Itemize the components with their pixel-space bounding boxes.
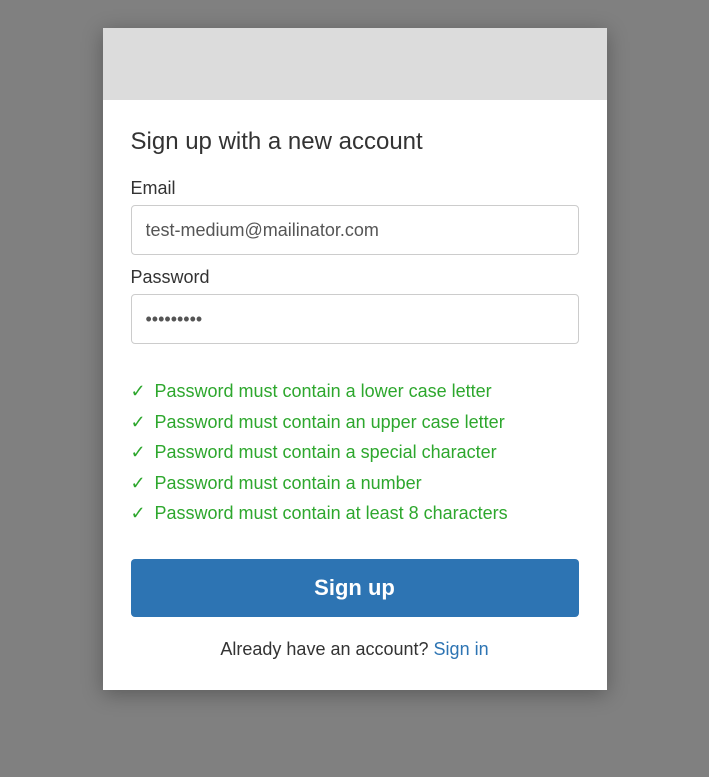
rule-item: ✓ Password must contain an upper case le… bbox=[131, 407, 579, 438]
footer-text: Already have an account? Sign in bbox=[131, 639, 579, 660]
check-icon: ✓ bbox=[131, 437, 151, 468]
check-icon: ✓ bbox=[131, 498, 151, 529]
password-field[interactable] bbox=[131, 294, 579, 344]
check-icon: ✓ bbox=[131, 407, 151, 438]
rule-text: Password must contain at least 8 charact… bbox=[155, 498, 508, 529]
signin-link[interactable]: Sign in bbox=[434, 639, 489, 659]
email-field[interactable] bbox=[131, 205, 579, 255]
rule-text: Password must contain a special characte… bbox=[155, 437, 497, 468]
card-header bbox=[103, 28, 607, 100]
rule-item: ✓ Password must contain at least 8 chara… bbox=[131, 498, 579, 529]
email-label: Email bbox=[131, 178, 579, 199]
signup-button[interactable]: Sign up bbox=[131, 559, 579, 617]
page-title: Sign up with a new account bbox=[131, 128, 579, 156]
rule-text: Password must contain a number bbox=[155, 468, 422, 499]
card-body: Sign up with a new account Email Passwor… bbox=[103, 100, 607, 690]
password-rules: ✓ Password must contain a lower case let… bbox=[131, 376, 579, 529]
check-icon: ✓ bbox=[131, 468, 151, 499]
password-label: Password bbox=[131, 267, 579, 288]
rule-item: ✓ Password must contain a special charac… bbox=[131, 437, 579, 468]
rule-item: ✓ Password must contain a number bbox=[131, 468, 579, 499]
rule-text: Password must contain an upper case lett… bbox=[155, 407, 505, 438]
check-icon: ✓ bbox=[131, 376, 151, 407]
signup-card: Sign up with a new account Email Passwor… bbox=[103, 28, 607, 690]
rule-item: ✓ Password must contain a lower case let… bbox=[131, 376, 579, 407]
rule-text: Password must contain a lower case lette… bbox=[155, 376, 492, 407]
footer-prompt: Already have an account? bbox=[220, 639, 433, 659]
